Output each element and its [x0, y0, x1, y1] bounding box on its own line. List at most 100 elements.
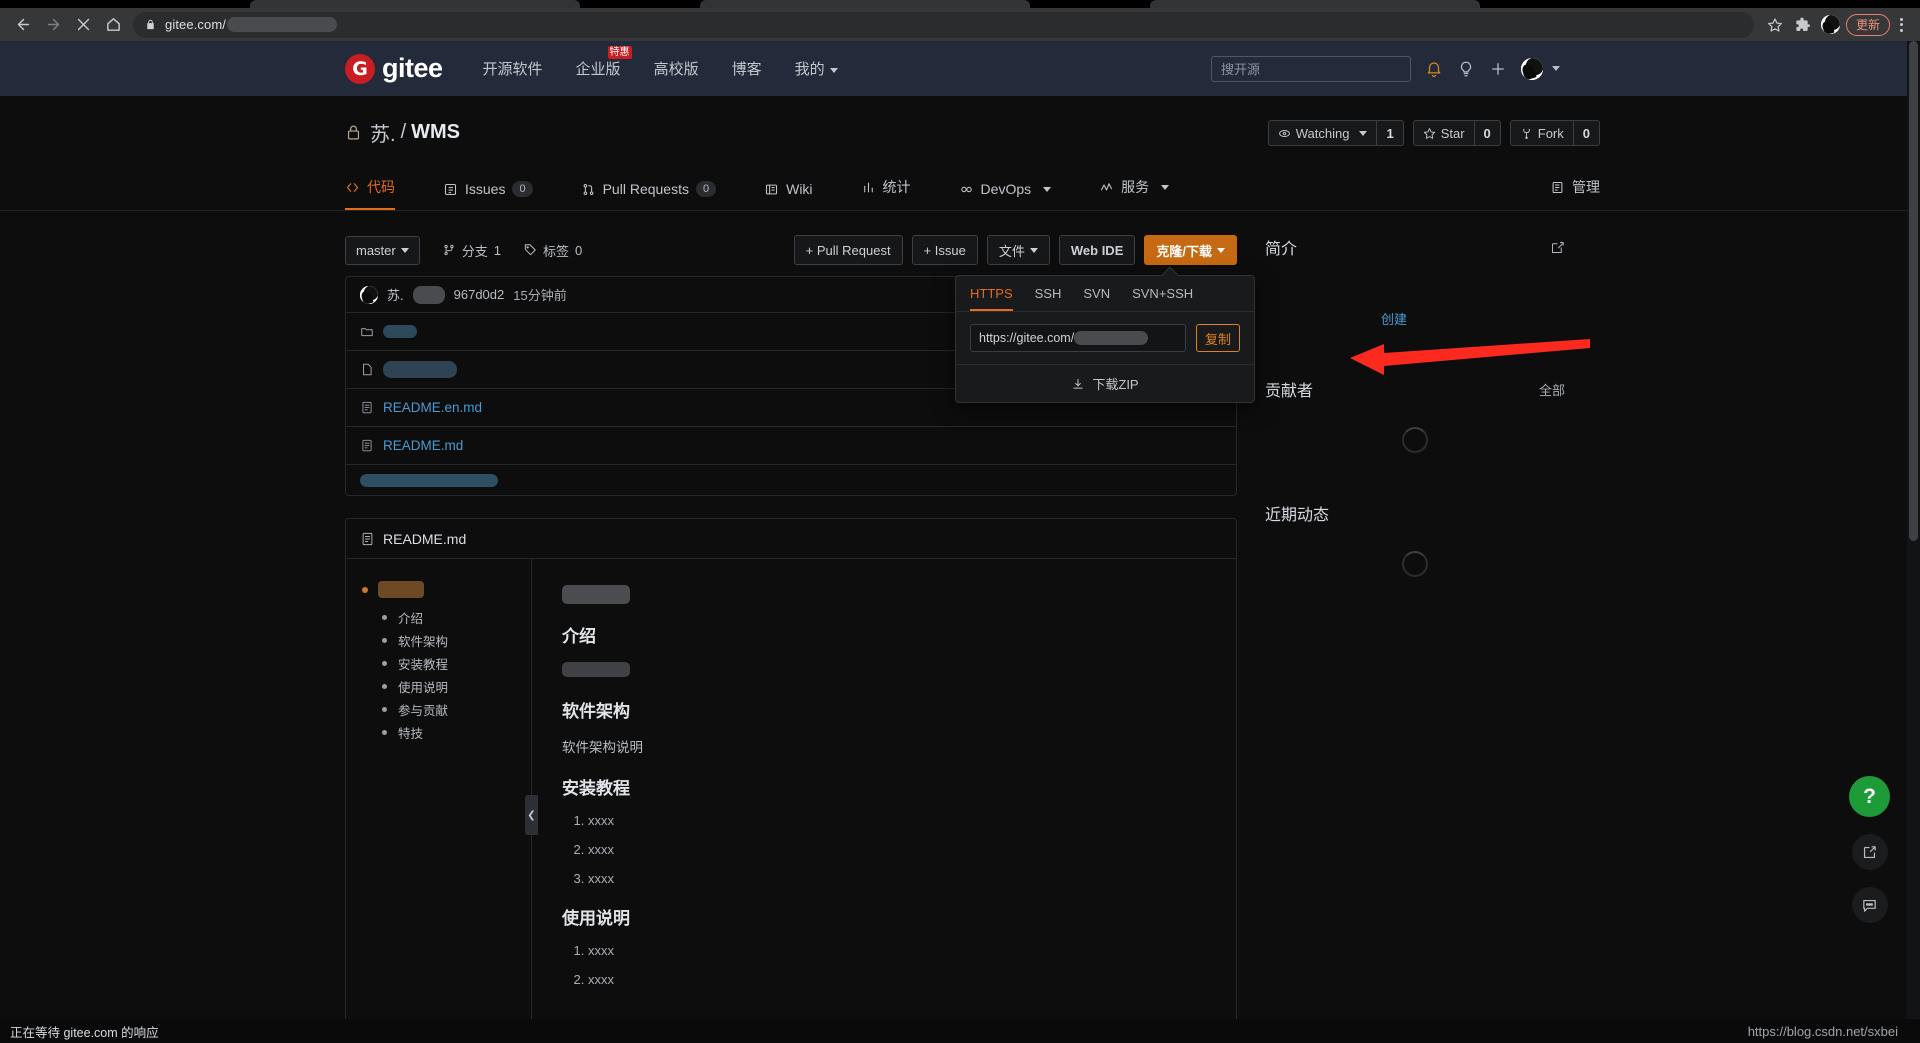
external-link-icon[interactable]	[1851, 834, 1888, 870]
forward-arrow-icon[interactable]	[38, 10, 68, 40]
plus-icon[interactable]	[1489, 60, 1507, 78]
contributors-all-link[interactable]: 全部	[1539, 380, 1565, 399]
repo-owner-link[interactable]: 苏.	[370, 118, 396, 147]
fork-count[interactable]: 0	[1573, 120, 1600, 146]
nav-item-blog[interactable]: 博客	[732, 58, 762, 79]
table-row[interactable]: README.md	[346, 427, 1236, 465]
tab-code[interactable]: 代码	[345, 177, 395, 210]
clone-url-row: https://gitee.com/ 复制	[956, 312, 1254, 364]
tab-manage[interactable]: 管理	[1550, 177, 1600, 210]
help-button[interactable]: ?	[1849, 776, 1890, 817]
tab-pull-requests[interactable]: Pull Requests 0	[581, 181, 717, 210]
toc-item-architecture[interactable]: 软件架构	[382, 629, 531, 652]
clone-tab-svn-ssh[interactable]: SVN+SSH	[1132, 286, 1193, 311]
branch-name: master	[356, 242, 396, 258]
watch-button[interactable]: Watching	[1267, 120, 1378, 146]
list-item: xxxx	[588, 813, 1206, 828]
edit-pencil-icon[interactable]	[1550, 240, 1565, 255]
new-issue-button[interactable]: + Issue	[911, 235, 978, 265]
browser-tab[interactable]	[700, 0, 1030, 8]
tags-link[interactable]: 标签 0	[523, 241, 582, 260]
toc-item-contribute[interactable]: 参与贡献	[382, 698, 531, 721]
stop-loading-icon[interactable]	[68, 10, 98, 40]
nav-item-enterprise[interactable]: 企业版 特惠	[576, 46, 632, 79]
page-scrollbar[interactable]	[1907, 41, 1920, 1043]
list-item: xxxx	[588, 943, 1206, 958]
tab-devops[interactable]: DevOps	[959, 181, 1052, 210]
branches-count: 1	[493, 242, 501, 258]
home-icon[interactable]	[98, 10, 128, 40]
chevron-down-icon	[1043, 186, 1052, 192]
three-dot-menu-icon[interactable]	[1890, 12, 1912, 38]
repo-separator: /	[400, 121, 407, 143]
address-bar[interactable]: gitee.com/	[133, 11, 1754, 38]
clone-download-button[interactable]: 克隆/下载	[1144, 235, 1237, 265]
file-name-link[interactable]: README.md	[383, 438, 463, 453]
bullet-icon	[382, 730, 387, 735]
web-ide-button[interactable]: Web IDE	[1058, 235, 1136, 265]
nav-item-opensource[interactable]: 开源软件	[483, 58, 543, 79]
tab-issues[interactable]: Issues 0	[443, 181, 533, 210]
redacted-project-title	[562, 585, 630, 604]
download-zip-button[interactable]: 下载ZIP	[956, 364, 1254, 402]
toc-item-usage[interactable]: 使用说明	[382, 675, 531, 698]
table-row[interactable]	[346, 465, 1236, 495]
fork-button[interactable]: Fork	[1509, 120, 1574, 146]
repo-body: master 分支 1 标签 0 + Pull Request + Issue	[0, 211, 1920, 1030]
star-button[interactable]: Star	[1412, 120, 1475, 146]
clone-url-input[interactable]: https://gitee.com/	[970, 324, 1186, 352]
toc-label: 特技	[398, 727, 424, 741]
repo-actions: Watching 1 Star 0 Fork 0	[1267, 120, 1600, 146]
create-link[interactable]: 创建	[1381, 312, 1407, 327]
tab-statistics[interactable]: 统计	[861, 177, 911, 210]
browser-tab[interactable]	[250, 0, 580, 8]
contributors-header: 贡献者 全部	[1265, 377, 1565, 401]
avatar[interactable]	[1820, 15, 1840, 34]
new-pull-request-button[interactable]: + Pull Request	[793, 235, 903, 265]
nav-item-mine[interactable]: 我的	[795, 58, 838, 79]
update-button[interactable]: 更新	[1845, 13, 1890, 36]
back-arrow-icon[interactable]	[8, 10, 38, 40]
branch-selector[interactable]: master	[345, 235, 420, 265]
loading-spinner	[1402, 427, 1428, 453]
watch-label: Watching	[1295, 125, 1350, 141]
search-input[interactable]: 搜开源	[1211, 55, 1411, 82]
bell-icon[interactable]	[1425, 60, 1443, 78]
toc-label: 安装教程	[398, 658, 449, 672]
chat-bubble-icon[interactable]	[1851, 887, 1888, 923]
toc-collapse-handle[interactable]: ❮	[525, 795, 538, 835]
watch-count[interactable]: 1	[1377, 120, 1404, 146]
tab-wiki[interactable]: Wiki	[764, 181, 813, 210]
copy-button[interactable]: 复制	[1195, 324, 1240, 352]
browser-tabstrip	[0, 0, 1920, 8]
toc-item-tricks[interactable]: 特技	[382, 721, 531, 744]
toc-item-install[interactable]: 安装教程	[382, 652, 531, 675]
clone-tab-ssh[interactable]: SSH	[1035, 286, 1062, 311]
commit-sha[interactable]: 967d0d2	[454, 287, 505, 302]
scrollbar-thumb[interactable]	[1909, 41, 1918, 541]
nav-item-university[interactable]: 高校版	[654, 58, 699, 79]
commit-author[interactable]: 苏.	[387, 285, 404, 304]
branches-link[interactable]: 分支 1	[442, 241, 501, 260]
star-count[interactable]: 0	[1474, 120, 1501, 146]
readme-list-install: xxxx xxxx xxxx	[588, 813, 1206, 886]
clone-tab-svn[interactable]: SVN	[1083, 286, 1110, 311]
browser-tab[interactable]	[1150, 0, 1480, 8]
lightbulb-icon[interactable]	[1457, 60, 1475, 78]
gitee-logo[interactable]: G gitee	[345, 53, 443, 84]
puzzle-piece-icon[interactable]	[1789, 11, 1817, 39]
star-outline-icon[interactable]	[1761, 11, 1789, 39]
readme-heading-architecture: 软件架构	[562, 702, 630, 721]
repo-name-link[interactable]: WMS	[411, 121, 460, 144]
activity-header: 近期动态	[1265, 501, 1565, 525]
tab-label: 统计	[882, 179, 911, 195]
chevron-down-icon	[1552, 66, 1560, 71]
toc-root-item[interactable]	[346, 581, 531, 598]
files-menu-button[interactable]: 文件	[986, 235, 1050, 265]
readme-toc: 介绍 软件架构 安装教程 使用说明 参与贡献 特技	[346, 559, 532, 1029]
user-menu[interactable]	[1521, 57, 1560, 80]
toc-item-intro[interactable]: 介绍	[382, 606, 531, 629]
tab-services[interactable]: 服务	[1099, 177, 1170, 210]
file-name-link[interactable]: README.en.md	[383, 400, 482, 415]
clone-tab-https[interactable]: HTTPS	[970, 286, 1013, 311]
